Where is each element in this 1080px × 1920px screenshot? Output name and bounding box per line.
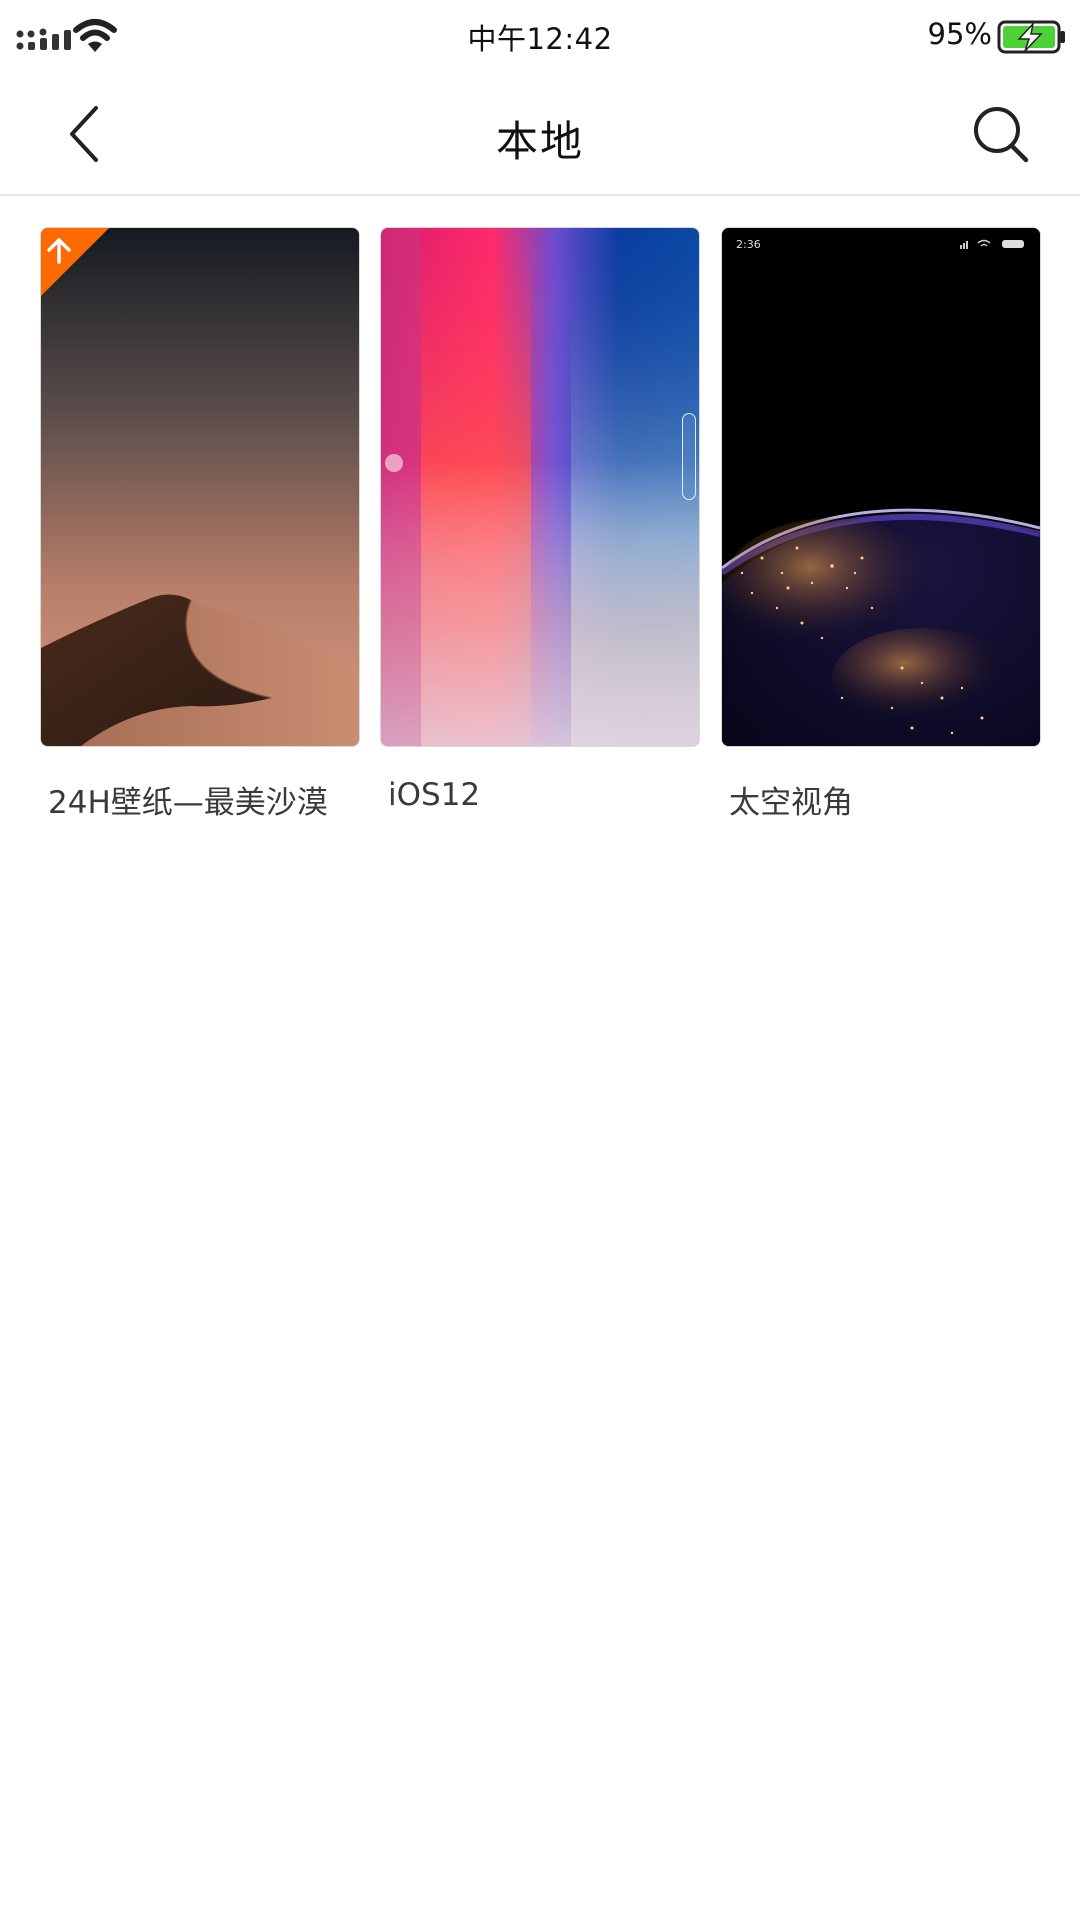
desert-image [41, 228, 359, 746]
preview-time: 2:36 [736, 238, 761, 251]
preview-status-icons [960, 239, 1024, 249]
search-icon [974, 107, 1029, 163]
battery-charging-icon [997, 20, 1065, 54]
wallpaper-thumbnail [40, 227, 360, 747]
side-widget [682, 413, 696, 500]
page-title: 本地 [495, 117, 584, 166]
wallpaper-title: 太空视角 [729, 785, 853, 821]
wallpaper-thumbnail [380, 227, 700, 747]
status-time: 中午12:42 [467, 22, 613, 56]
app-root: 中午12:42 95% 本地 24H壁纸—最美沙漠 iOS12 2:36 太空视… [0, 0, 1080, 1920]
floating-dot [385, 454, 403, 472]
arrow-up-icon [41, 228, 109, 296]
earth-image [722, 228, 1040, 746]
wallpaper-card-space[interactable]: 2:36 太空视角 [721, 227, 1041, 822]
nav-bar: 本地 [0, 74, 1080, 196]
search-button[interactable] [966, 96, 1036, 172]
wallpaper-title: 24H壁纸—最美沙漠 [48, 785, 328, 821]
ios-gradient-image [381, 228, 699, 746]
wallpaper-card-ios12[interactable]: iOS12 [380, 227, 700, 813]
wallpaper-title: iOS12 [388, 777, 481, 813]
wallpaper-thumbnail: 2:36 [721, 227, 1041, 747]
status-bar: 中午12:42 95% [0, 0, 1080, 74]
wallpaper-card-desert[interactable]: 24H壁纸—最美沙漠 [40, 227, 360, 822]
battery-percent: 95% [927, 17, 992, 51]
